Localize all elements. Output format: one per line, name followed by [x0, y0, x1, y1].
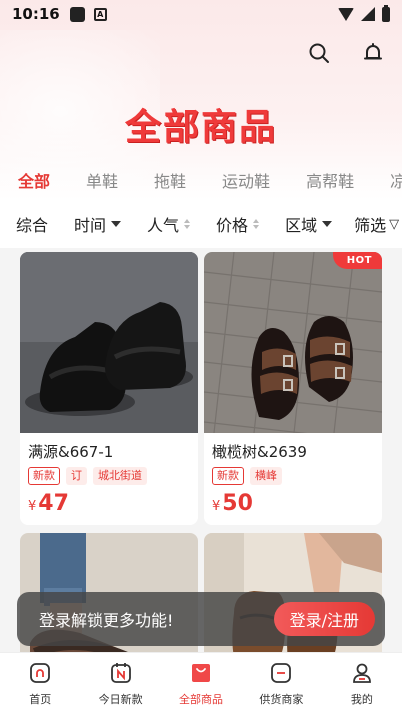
category-tabs: 全部 单鞋 拖鞋 运动鞋 高帮鞋 凉鞋 — [0, 166, 402, 194]
calendar-new-icon — [109, 661, 133, 685]
product-image: HOT — [204, 252, 382, 433]
tab-all[interactable]: 全部 — [18, 168, 50, 192]
filter-more[interactable]: 筛选 ▽ — [354, 212, 399, 236]
bell-icon[interactable] — [360, 40, 386, 66]
status-time: 10:16 — [12, 5, 60, 23]
caret-down-icon — [111, 221, 122, 227]
header-actions — [306, 40, 386, 66]
filter-region-label: 区域 — [285, 216, 318, 235]
tab-single-shoes[interactable]: 单鞋 — [86, 168, 118, 192]
tab-slippers[interactable]: 拖鞋 — [154, 168, 186, 192]
filter-popularity[interactable]: 人气 — [147, 212, 191, 236]
nav-home-label: 首页 — [29, 693, 52, 706]
bottom-nav: 首页 今日新款 全部商品 供货商家 我的 — [0, 652, 402, 716]
login-register-button[interactable]: 登录/注册 — [273, 602, 375, 636]
search-icon[interactable] — [306, 40, 332, 66]
filter-bar: 综合 时间 人气 价格 区域 筛选 ▽ — [0, 200, 402, 248]
tag-location: 横峰 — [250, 467, 282, 485]
nav-mine-label: 我的 — [350, 693, 373, 706]
page-title: 全部商品 — [124, 107, 277, 148]
product-card[interactable]: HOT 橄榄树&2639 新款 横峰 ¥50 — [204, 252, 382, 525]
battery-icon — [382, 4, 390, 22]
login-banner: 登录解锁更多功能! 登录/注册 — [17, 592, 385, 646]
login-prompt-text: 登录解锁更多功能! — [39, 611, 174, 630]
supplier-icon — [269, 661, 293, 685]
wifi-icon — [338, 7, 354, 21]
product-name: 橄榄树&2639 — [212, 443, 307, 461]
price-value: 50 — [222, 491, 253, 516]
nav-today-new-label: 今日新款 — [98, 693, 143, 706]
filter-more-label: 筛选 — [354, 216, 387, 235]
filter-time[interactable]: 时间 — [74, 212, 122, 236]
notification-icon — [69, 6, 85, 22]
filter-comprehensive-label: 综合 — [16, 216, 49, 235]
filter-price-label: 价格 — [216, 216, 249, 235]
app-a-icon: A — [93, 7, 107, 21]
hot-badge: HOT — [332, 252, 382, 269]
filter-popularity-label: 人气 — [147, 216, 180, 235]
home-icon — [28, 661, 52, 685]
signal-icon — [361, 7, 375, 21]
tab-sandals[interactable]: 凉鞋 — [390, 168, 402, 192]
nav-all-products[interactable]: 全部商品 — [161, 653, 241, 716]
price-value: 47 — [38, 491, 69, 516]
nav-all-products-label: 全部商品 — [179, 693, 224, 706]
tag-new: 新款 — [28, 467, 60, 485]
filter-time-label: 时间 — [74, 216, 107, 235]
product-price: ¥47 — [28, 491, 190, 516]
status-bar: 10:16 A — [0, 0, 402, 28]
tag-location: 城北街道 — [93, 467, 147, 485]
currency-symbol: ¥ — [212, 499, 221, 514]
bag-icon — [189, 661, 213, 685]
tag-new: 新款 — [212, 467, 244, 485]
filter-price[interactable]: 价格 — [216, 212, 260, 236]
product-price: ¥50 — [212, 491, 374, 516]
filter-comprehensive[interactable]: 综合 — [16, 212, 48, 236]
caret-down-icon — [322, 221, 333, 227]
funnel-icon: ▽ — [389, 216, 400, 232]
nav-suppliers[interactable]: 供货商家 — [241, 653, 321, 716]
nav-today-new[interactable]: 今日新款 — [80, 653, 160, 716]
tag-order: 订 — [66, 467, 87, 485]
product-image — [20, 252, 198, 433]
nav-suppliers-label: 供货商家 — [259, 693, 304, 706]
nav-mine[interactable]: 我的 — [322, 653, 402, 716]
nav-home[interactable]: 首页 — [0, 653, 80, 716]
tab-high-tops[interactable]: 高帮鞋 — [306, 168, 354, 192]
product-card[interactable]: 满源&667-1 新款 订 城北街道 ¥47 — [20, 252, 198, 525]
product-name: 满源&667-1 — [28, 443, 114, 461]
tab-sneakers[interactable]: 运动鞋 — [222, 168, 270, 192]
currency-symbol: ¥ — [28, 499, 37, 514]
user-icon — [350, 661, 374, 685]
sort-arrows-icon — [184, 219, 191, 229]
filter-region[interactable]: 区域 — [285, 212, 333, 236]
sort-arrows-icon — [253, 219, 260, 229]
